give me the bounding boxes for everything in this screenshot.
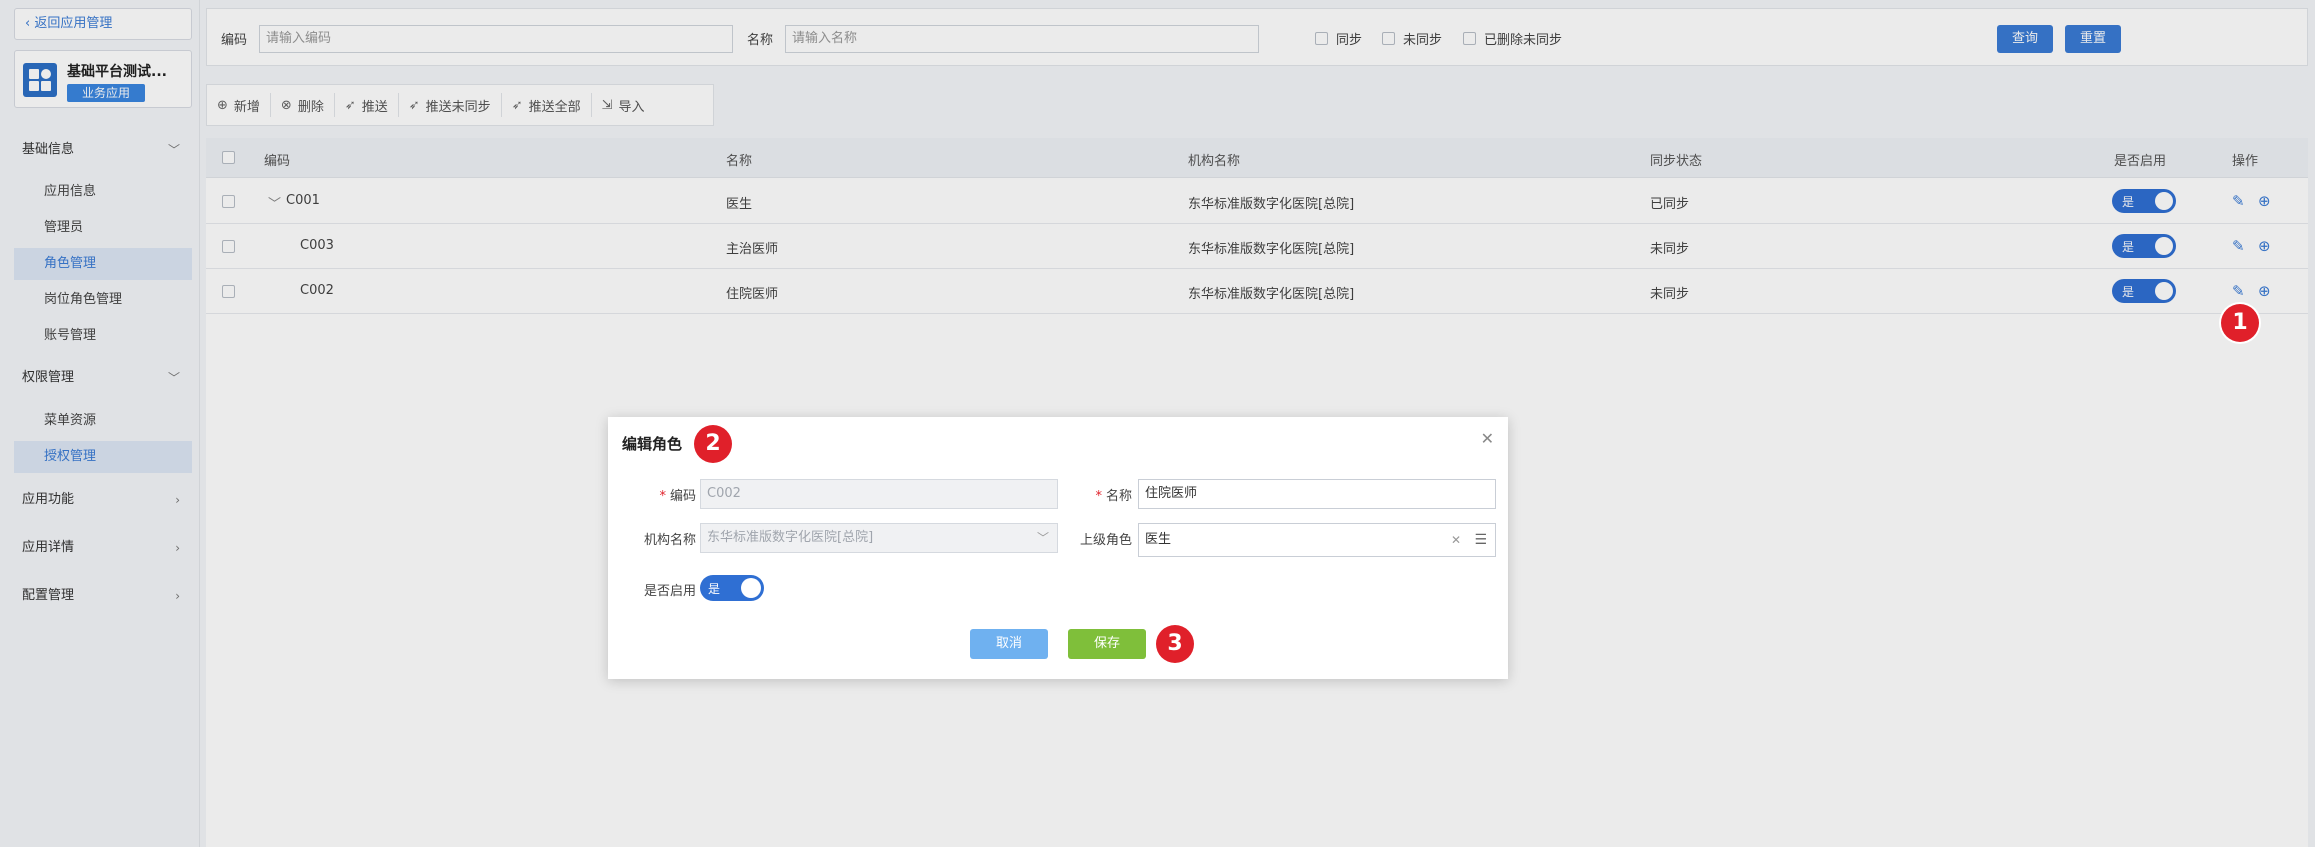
name-field-label: * 名称 xyxy=(1095,489,1132,504)
step-badge-3: 3 xyxy=(1156,625,1194,663)
parent-role-label: 上级角色 xyxy=(1079,533,1132,548)
tree-list-icon[interactable]: ☰ xyxy=(1474,524,1487,556)
save-button[interactable]: 保存 xyxy=(1068,629,1146,659)
enabled-field-label: 是否启用 xyxy=(643,584,696,599)
close-icon[interactable]: ✕ xyxy=(1481,429,1494,448)
step-badge-2: 2 xyxy=(694,425,732,463)
dialog-title: 编辑角色 xyxy=(622,435,683,453)
code-field-label: * 编码 xyxy=(659,489,696,504)
step-badge-1: 1 xyxy=(2221,304,2259,342)
clear-icon[interactable]: ✕ xyxy=(1451,524,1461,556)
org-select: 东华标准版数字化医院[总院] ﹀ xyxy=(700,523,1058,553)
code-field: C002 xyxy=(700,479,1058,509)
name-field[interactable]: 住院医师 xyxy=(1138,479,1496,509)
enabled-switch[interactable]: 是 xyxy=(700,575,764,601)
app-root: ‹ 返回应用管理 基础平台测试... 业务应用 基础信息 ﹀ 应用信息 管理员 角… xyxy=(0,0,2315,847)
org-field-label: 机构名称 xyxy=(643,533,696,548)
edit-role-dialog: 编辑角色 2 ✕ * 编码 C002 * 名称 住院医师 机构名称 东华标准版数字化… xyxy=(608,417,1508,679)
cancel-button[interactable]: 取消 xyxy=(970,629,1048,659)
parent-role-select[interactable]: 医生 ✕ ☰ xyxy=(1138,523,1496,557)
chevron-down-icon: ﹀ xyxy=(1036,531,1049,545)
